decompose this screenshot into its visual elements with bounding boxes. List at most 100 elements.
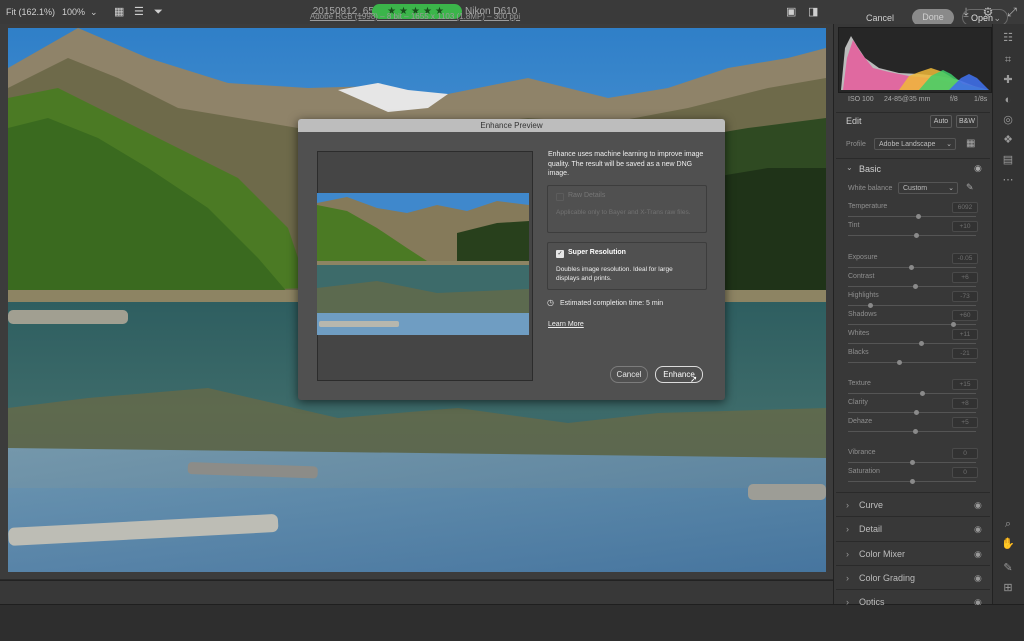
chevron-right-icon: › [846,500,849,510]
zoom-icon[interactable]: ⌕ [1000,516,1016,532]
slider-label: Highlights [848,292,879,299]
estimated-time: Estimated completion time: 5 min [560,300,664,307]
mask-icon[interactable]: ◐ [1000,92,1016,108]
mouse-cursor-icon: ➚ [690,374,698,384]
slider-value-field[interactable]: 6092 [952,202,978,213]
slider-value-field[interactable]: -73 [952,291,978,302]
slider-value-field[interactable]: +15 [952,379,978,390]
slider-handle[interactable] [908,265,914,270]
snapshots-icon[interactable]: ▤ [1000,152,1016,168]
super-resolution-checkbox[interactable]: ✓ [556,250,564,258]
raw-details-checkbox[interactable] [556,193,564,201]
color-sampler-icon[interactable]: ✎ [1000,560,1016,576]
presets-icon[interactable]: ❖ [1000,132,1016,148]
slider-handle[interactable] [867,303,873,308]
profile-select[interactable]: Adobe Landscape ⌄ [874,138,956,150]
profile-value: Adobe Landscape [879,141,936,148]
auto-button[interactable]: Auto [930,115,952,128]
slider-value-field[interactable]: 0 [952,448,978,459]
eye-icon[interactable]: ◉ [974,163,982,174]
slider-track[interactable] [848,412,976,413]
chevron-right-icon: › [846,524,849,534]
workflow-options-link[interactable]: Adobe RGB (1998) – 8 bit – 1655 x 1103 (… [0,12,830,21]
slider-handle[interactable] [918,341,924,346]
slider-value-field[interactable]: +8 [952,398,978,409]
slider-track[interactable] [848,324,976,325]
redeye-icon[interactable]: ◎ [1000,112,1016,128]
section-curve[interactable]: › Curve ◉ [836,492,990,517]
slider-label: Tint [848,222,860,229]
grid-icon[interactable]: ⊞ [1000,580,1016,596]
section-color-grading[interactable]: › Color Grading ◉ [836,565,990,590]
footer-bar [0,604,1024,641]
section-title: Detail [859,524,883,534]
histogram [838,27,992,93]
slider-track[interactable] [848,362,976,363]
slider-track[interactable] [848,216,976,217]
section-color-mixer[interactable]: › Color Mixer ◉ [836,541,990,566]
slider-handle[interactable] [910,479,915,484]
slider-track[interactable] [848,343,976,344]
slider-label: Vibrance [848,449,876,456]
slider-label: Blacks [848,349,869,356]
eyedropper-icon[interactable]: ✎ [966,182,974,193]
divider [836,112,990,113]
edit-sliders-icon[interactable]: ☷ [1000,30,1016,46]
exif-focal: 24-85@35 mm [884,96,931,103]
white-balance-select[interactable]: Custom ⌄ [898,182,958,194]
slider-handle[interactable] [912,284,918,289]
divider [836,158,990,159]
section-title: Curve [859,500,884,510]
slider-value-field[interactable]: -0.05 [952,253,978,264]
eye-icon[interactable]: ◉ [974,493,982,517]
slider-label: Dehaze [848,418,873,425]
slider-handle[interactable] [913,233,919,238]
raw-details-label: Raw Details [568,192,606,199]
section-title: Color Mixer [859,549,906,559]
slider-value-field[interactable]: -21 [952,348,978,359]
slider-handle[interactable] [910,460,915,465]
section-title: Optics [859,597,885,605]
exif-aperture: f/8 [950,96,958,103]
slider-handle[interactable] [913,410,919,415]
eye-icon[interactable]: ◉ [974,590,982,605]
slider-value-field[interactable]: +5 [952,417,978,428]
section-optics[interactable]: › Optics ◉ [836,589,990,605]
profile-label: Profile [846,141,866,148]
section-detail[interactable]: › Detail ◉ [836,516,990,541]
slider-value-field[interactable]: +10 [952,221,978,232]
raw-details-desc: Applicable only to Bayer and X-Trans raw… [556,209,691,216]
exif-shutter: 1/8s [974,96,988,103]
bottom-toolbar [0,580,833,605]
slider-value-field[interactable]: +11 [952,329,978,340]
eye-icon[interactable]: ◉ [974,542,982,566]
healing-icon[interactable]: ✚ [1000,72,1016,88]
chevron-right-icon: › [846,597,849,605]
bw-button[interactable]: B&W [956,115,978,128]
super-resolution-label: Super Resolution [568,249,626,256]
slider-value-field[interactable]: 0 [952,467,978,478]
learn-more-link[interactable]: Learn More [548,321,584,328]
exif-info: ISO 100 24-85@35 mm f/8 1/8s [838,94,990,106]
dialog-title: Enhance Preview [298,119,725,132]
slider-label: Texture [848,380,871,387]
slider-track[interactable] [848,393,976,394]
slider-track[interactable] [848,235,976,236]
slider-handle[interactable] [912,429,918,434]
enhance-preview-image[interactable] [317,193,529,335]
dialog-cancel-button[interactable]: Cancel [610,366,648,383]
chevron-down-icon[interactable]: ⌄ [846,163,853,172]
white-balance-value: Custom [903,185,928,192]
slider-value-field[interactable]: +60 [952,310,978,321]
more-icon[interactable]: ⋯ [1000,172,1016,188]
chevron-down-icon: ⌄ [946,141,952,148]
crop-icon[interactable]: ⌗ [1000,52,1016,68]
hand-icon[interactable]: ✋ [1000,536,1016,552]
basic-section-title[interactable]: Basic [859,164,881,174]
eye-icon[interactable]: ◉ [974,517,982,541]
slider-label: Whites [848,330,870,337]
slider-value-field[interactable]: +6 [952,272,978,283]
eye-icon[interactable]: ◉ [974,566,982,590]
profile-browser-icon[interactable]: ▦ [966,138,975,149]
slider-handle[interactable] [950,322,956,327]
